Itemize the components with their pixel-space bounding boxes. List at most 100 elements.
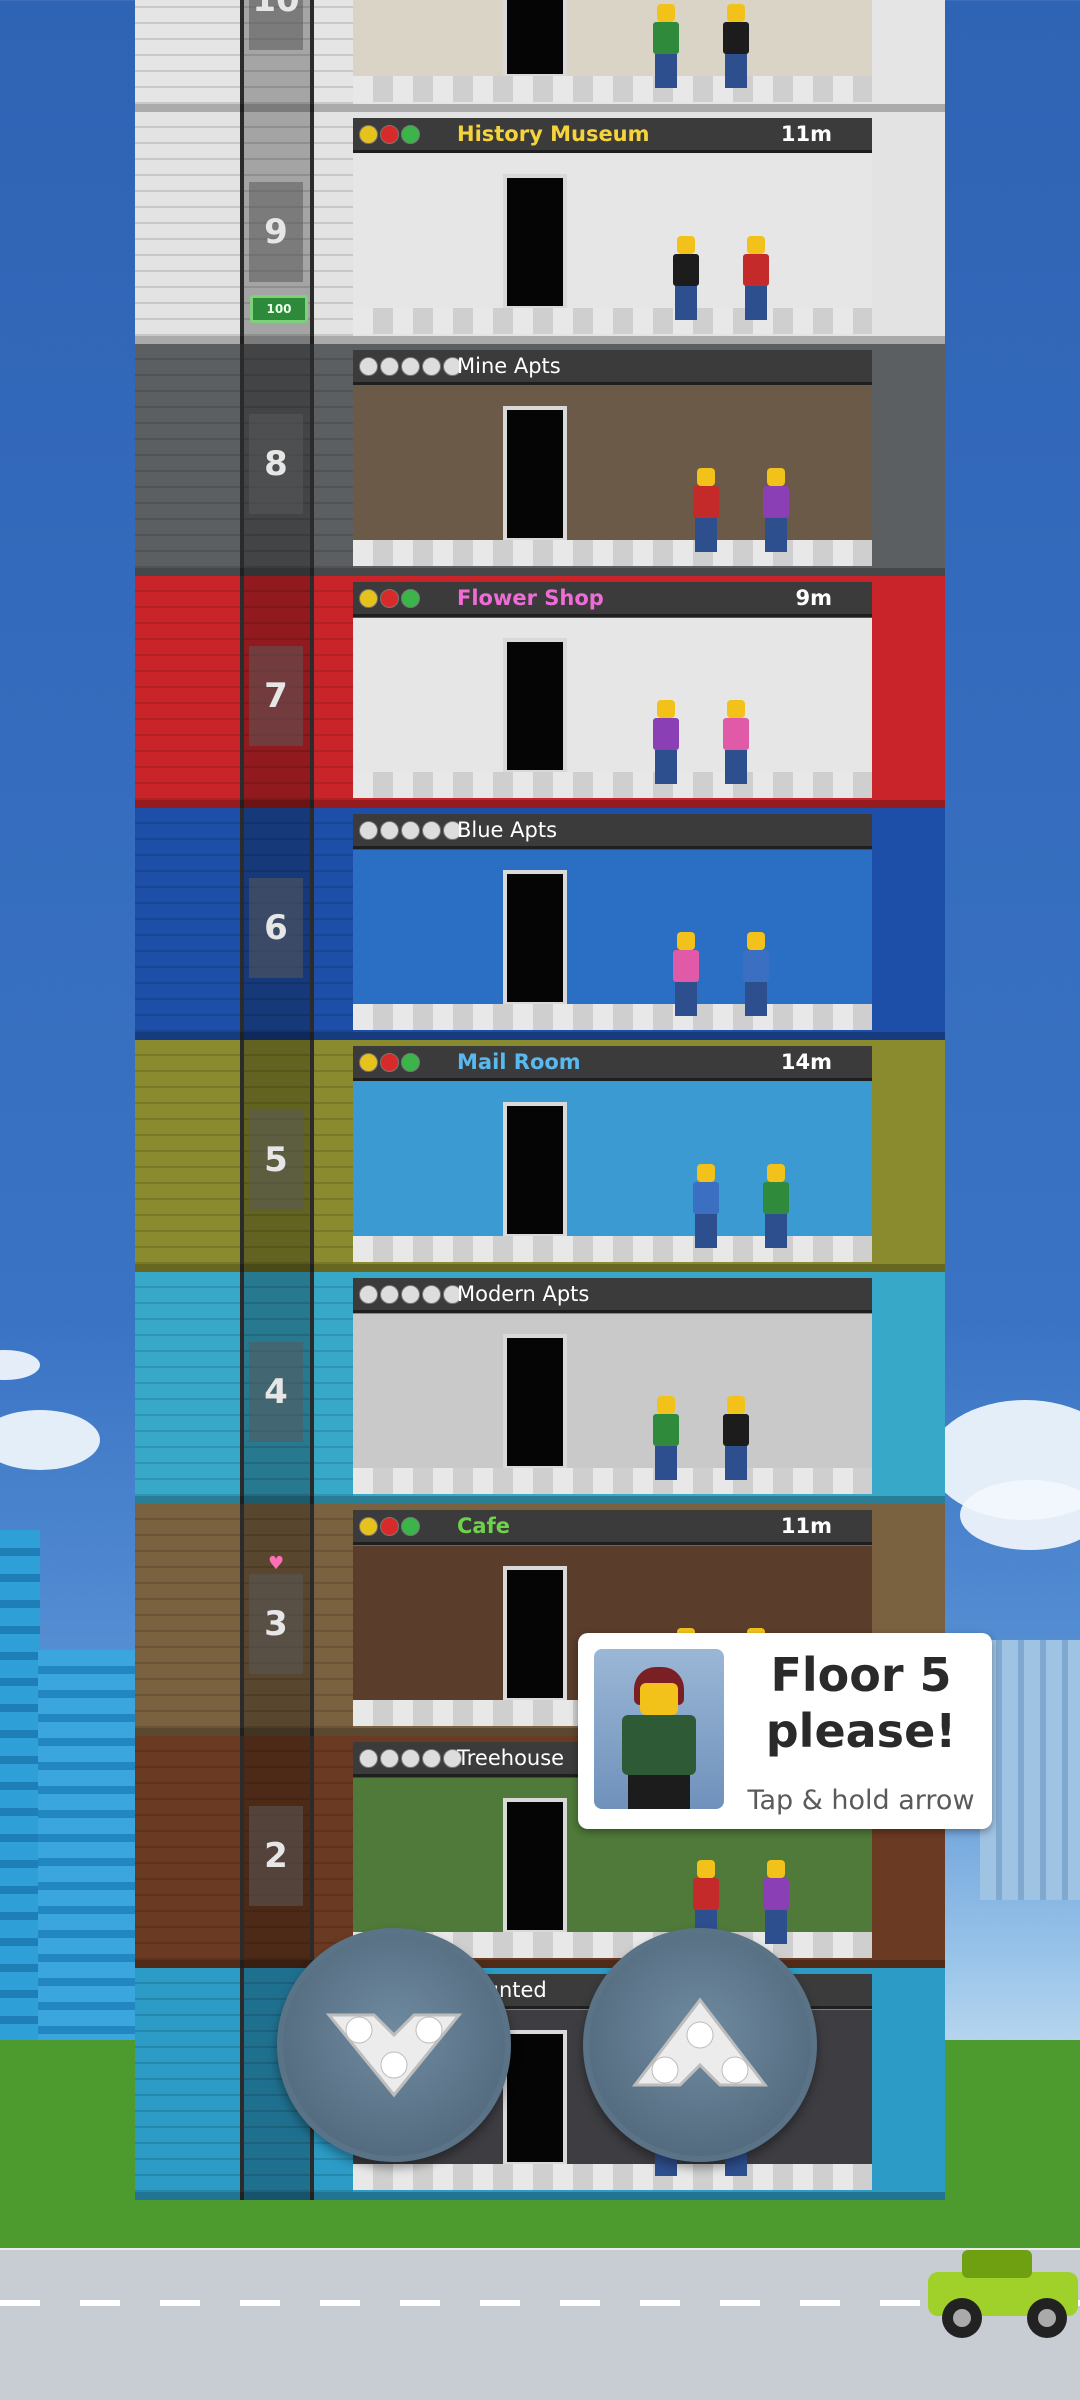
floor-tiles xyxy=(353,1236,872,1262)
minifigure xyxy=(673,236,699,320)
floor-ledge xyxy=(135,1496,945,1504)
rating-dots-icon xyxy=(359,125,420,144)
minifigure xyxy=(723,4,749,88)
floor-name: Mine Apts xyxy=(457,354,561,378)
elevator-door xyxy=(503,638,567,774)
minifigure xyxy=(763,468,789,552)
floor-10[interactable]: 10 xyxy=(135,0,945,112)
floor-number: 7 xyxy=(249,646,303,746)
elevator-down-button[interactable] xyxy=(277,1928,511,2162)
rating-dots-icon xyxy=(359,357,462,376)
minifigure xyxy=(763,1860,789,1944)
elevator-door xyxy=(503,1334,567,1470)
tower: 10 9 History Museum 11m 8 Mine Apts 7 Flower Sh… xyxy=(135,0,945,2250)
restock-timer: 14m xyxy=(780,1050,832,1074)
floor-name: Cafe xyxy=(457,1514,510,1538)
background-skyscraper xyxy=(0,1530,40,2050)
floor-tiles xyxy=(353,1468,872,1494)
minifigure xyxy=(693,1164,719,1248)
road-marking xyxy=(0,2300,1080,2306)
floor-name: Flower Shop xyxy=(457,586,604,610)
floor-tiles xyxy=(353,772,872,798)
cloud xyxy=(960,1480,1080,1550)
elevator-door xyxy=(503,174,567,310)
passenger-avatar xyxy=(594,1649,724,1809)
floor-sign[interactable]: Flower Shop 9m xyxy=(353,582,872,617)
floor-name: Treehouse xyxy=(457,1746,565,1770)
floor-ledge xyxy=(135,104,945,112)
floor-number: 2 xyxy=(249,1806,303,1906)
car xyxy=(922,2232,1080,2342)
floor-ledge xyxy=(135,568,945,576)
floor-sign[interactable]: Cafe 11m xyxy=(353,1510,872,1545)
rating-dots-icon xyxy=(359,821,462,840)
rating-dots-icon xyxy=(359,1053,420,1072)
minifigure xyxy=(673,932,699,1016)
elevator-door xyxy=(503,1102,567,1238)
floor-ledge xyxy=(135,800,945,808)
elevator-door xyxy=(503,2030,567,2166)
floor-number: 5 xyxy=(249,1110,303,1210)
floor-tiles xyxy=(353,540,872,566)
floor-sign[interactable]: Mail Room 14m xyxy=(353,1046,872,1081)
floor-name: Blue Apts xyxy=(457,818,558,842)
rating-dots-icon xyxy=(359,1749,462,1768)
minifigure xyxy=(723,1396,749,1480)
elevator-up-button[interactable] xyxy=(583,1928,817,2162)
rating-dots-icon xyxy=(359,1517,420,1536)
floor-room[interactable] xyxy=(353,154,872,334)
heart-icon: ♥ xyxy=(268,1553,285,1574)
floor-ledge xyxy=(135,1264,945,1272)
dialog-title: Floor 5 please! xyxy=(765,1648,957,1758)
floor-tiles xyxy=(353,76,872,102)
floor-room[interactable] xyxy=(353,386,872,566)
floor-ledge xyxy=(135,336,945,344)
floor-name: Mail Room xyxy=(457,1050,581,1074)
floor-sign[interactable]: Blue Apts xyxy=(353,814,872,849)
minifigure xyxy=(653,1396,679,1480)
floor-number: 6 xyxy=(249,878,303,978)
floor-lobby[interactable]: Haunted xyxy=(135,1968,945,2200)
elevator-door xyxy=(503,1798,567,1934)
floor-room[interactable] xyxy=(353,618,872,798)
floor-sign[interactable]: Mine Apts xyxy=(353,350,872,385)
minifigure xyxy=(743,236,769,320)
cloud xyxy=(0,1350,40,1380)
background-skyscraper xyxy=(980,1640,1080,1900)
dialog-hint: Tap & hold arrow xyxy=(747,1785,975,1816)
rating-dots-icon xyxy=(359,1285,462,1304)
floor-6[interactable]: 6 Blue Apts xyxy=(135,808,945,1040)
floor-sign[interactable]: History Museum 11m xyxy=(353,118,872,153)
floor-room[interactable] xyxy=(353,0,872,102)
floor-number: 4 xyxy=(249,1342,303,1442)
floor-number: 9 xyxy=(249,182,303,282)
restock-timer: 11m xyxy=(780,1514,832,1538)
floor-sign[interactable]: Modern Apts xyxy=(353,1278,872,1313)
floor-4[interactable]: 4 Modern Apts xyxy=(135,1272,945,1504)
floor-5[interactable]: 5 Mail Room 14m xyxy=(135,1040,945,1272)
floor-tiles xyxy=(353,2164,872,2190)
minifigure xyxy=(653,4,679,88)
floor-room[interactable] xyxy=(353,1082,872,1262)
minifigure xyxy=(763,1164,789,1248)
floor-room[interactable] xyxy=(353,1314,872,1494)
cloud xyxy=(0,1410,100,1470)
elevator-door xyxy=(503,1566,567,1702)
elevator-door xyxy=(503,0,567,78)
floor-tiles xyxy=(353,308,872,334)
elevator-door xyxy=(503,406,567,542)
floor-number: 10 xyxy=(249,0,303,50)
floor-request-dialog: Floor 5 please! Tap & hold arrow xyxy=(578,1633,992,1829)
floor-7[interactable]: 7 Flower Shop 9m xyxy=(135,576,945,808)
cash-badge[interactable]: 100 xyxy=(250,295,308,323)
floor-room[interactable] xyxy=(353,850,872,1030)
floor-ledge xyxy=(135,2192,945,2200)
floor-name: History Museum xyxy=(457,122,650,146)
floor-number: 3 xyxy=(249,1574,303,1674)
floor-8[interactable]: 8 Mine Apts xyxy=(135,344,945,576)
rating-dots-icon xyxy=(359,589,420,608)
background-skyscraper xyxy=(38,1650,150,2050)
restock-timer: 11m xyxy=(780,122,832,146)
floor-name: Modern Apts xyxy=(457,1282,590,1306)
restock-timer: 9m xyxy=(795,586,833,610)
